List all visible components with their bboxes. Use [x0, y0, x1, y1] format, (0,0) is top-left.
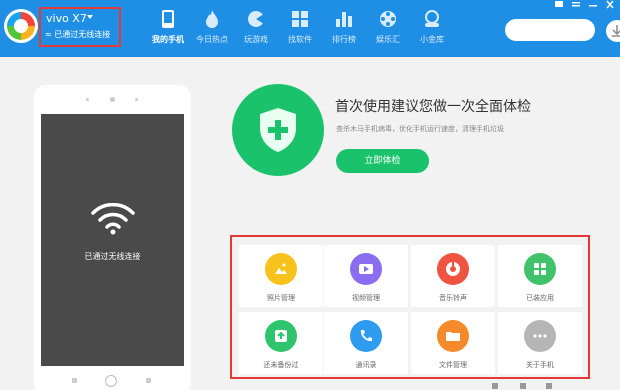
tool-video-manage[interactable]: 视频管理 — [324, 245, 408, 307]
status-icon — [492, 383, 498, 389]
status-icon — [546, 383, 552, 389]
folder-icon — [437, 320, 469, 352]
photo-icon — [265, 253, 297, 285]
backup-icon — [265, 320, 297, 352]
video-icon — [350, 253, 382, 285]
phone-icon — [162, 10, 174, 28]
tool-music-ringtones[interactable]: 音乐铃声 — [411, 245, 495, 307]
phone-camera — [110, 97, 115, 102]
tool-photo-manage[interactable]: 照片管理 — [239, 245, 323, 307]
download-icon — [612, 25, 620, 37]
film-reel-icon — [380, 11, 396, 27]
flame-icon — [206, 10, 218, 28]
nav-games[interactable]: 玩游戏 — [232, 9, 280, 53]
gamepad-icon — [248, 11, 264, 27]
device-name: vivo X7 — [46, 12, 87, 25]
device-selector[interactable]: vivo X7 ≈ 已通过无线连接 — [39, 7, 121, 47]
more-icon — [524, 320, 556, 352]
music-icon — [437, 253, 469, 285]
tool-installed-apps[interactable]: 已装应用 — [498, 245, 582, 307]
nav-rankings[interactable]: 排行榜 — [320, 9, 368, 53]
nav-treasury[interactable]: 小金库 — [408, 9, 456, 53]
wifi-small-icon: ≈ — [45, 30, 52, 39]
wifi-icon — [91, 203, 135, 235]
tool-backup[interactable]: 还未备份过 — [239, 312, 323, 374]
health-check-title: 首次使用建议您做一次全面体检 — [335, 99, 531, 115]
close-icon[interactable] — [604, 0, 616, 10]
minimize-icon[interactable] — [587, 0, 599, 10]
start-check-button[interactable]: 立即体检 — [336, 149, 429, 173]
connection-status: ≈ 已通过无线连接 — [45, 30, 111, 39]
nav-entertainment[interactable]: 娱乐汇 — [364, 9, 412, 53]
bar-chart-icon — [336, 12, 352, 27]
phone-screen: 已通过无线连接 — [41, 114, 184, 366]
phone-sensor — [86, 98, 89, 101]
tool-contacts[interactable]: 通讯录 — [324, 312, 408, 374]
home-button — [105, 375, 117, 387]
status-icon — [520, 383, 526, 389]
feedback-icon[interactable] — [553, 0, 565, 10]
phone-preview: 已通过无线连接 — [34, 85, 191, 390]
nav-software[interactable]: 找软件 — [276, 9, 324, 53]
apps-icon — [292, 11, 308, 27]
menu-key-icon — [146, 378, 151, 383]
health-check-badge — [232, 84, 324, 176]
tool-about-phone[interactable]: 关于手机 — [498, 312, 582, 374]
phone-screen-status: 已通过无线连接 — [84, 252, 141, 261]
tool-file-manage[interactable]: 文件管理 — [411, 312, 495, 374]
phone-sensor — [135, 98, 138, 101]
contacts-icon — [350, 320, 382, 352]
treasure-icon — [425, 10, 439, 27]
menu-icon[interactable] — [570, 0, 582, 10]
back-key-icon — [72, 378, 77, 383]
installed-apps-icon — [524, 253, 556, 285]
nav-my-phone[interactable]: 我的手机 — [144, 9, 192, 53]
top-bar: vivo X7 ≈ 已通过无线连接 我的手机 今日热点 玩游戏 找软件 排行榜 … — [0, 0, 620, 57]
chevron-down-icon — [87, 15, 93, 19]
app-logo — [4, 9, 38, 43]
shield-plus-icon — [260, 108, 296, 152]
nav-today-hot[interactable]: 今日热点 — [188, 9, 236, 53]
tools-grid: 照片管理 视频管理 音乐铃声 已装应用 还未备份过 通讯录 文件管理 关于手机 — [230, 235, 590, 379]
search-input[interactable] — [505, 19, 595, 41]
download-button[interactable] — [606, 20, 620, 42]
health-check-description: 查杀木马手机病毒，优化手机运行速度，清理手机垃圾 — [336, 125, 504, 133]
